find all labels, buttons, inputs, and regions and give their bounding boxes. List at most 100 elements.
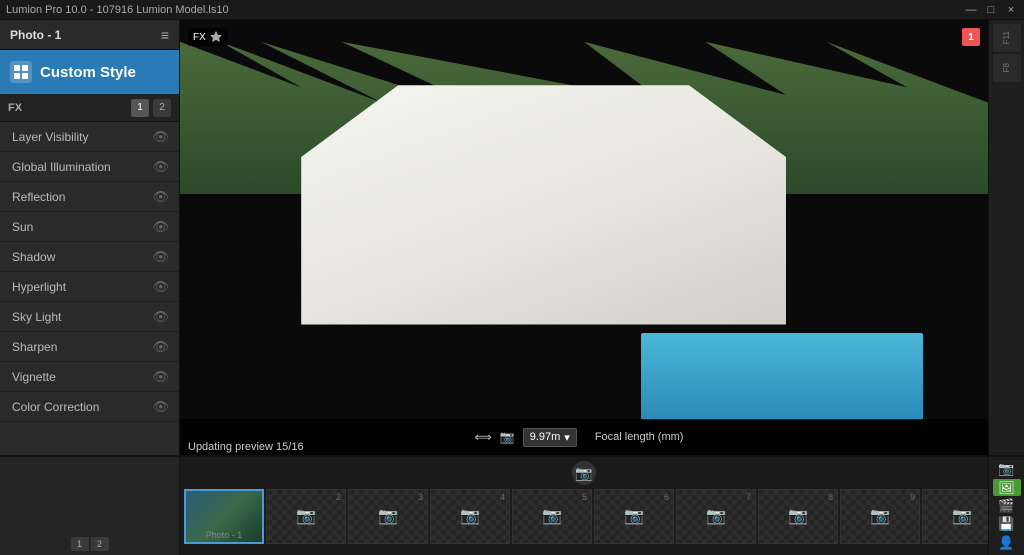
film-frame-9[interactable]: 📷9 <box>840 489 920 544</box>
film-cam-icon: 📷 <box>952 506 972 526</box>
fx-item-vignette[interactable]: Vignette 👁 <box>0 362 179 392</box>
film-frame-1[interactable]: Photo - 1 <box>184 489 264 544</box>
titlebar-controls[interactable]: — □ × <box>964 4 1018 16</box>
fx-item-reflection[interactable]: Reflection 👁 <box>0 182 179 212</box>
film-frame-7[interactable]: 📷7 <box>676 489 756 544</box>
minimize-button[interactable]: — <box>964 4 978 16</box>
film-frame-num: 10 <box>987 492 988 502</box>
film-frame-5[interactable]: 📷5 <box>512 489 592 544</box>
camera-add-btn: 📷 <box>572 461 596 485</box>
fx-item-sun[interactable]: Sun 👁 <box>0 212 179 242</box>
corner-num-badge: 1 <box>962 28 980 46</box>
fx-item-label: Reflection <box>12 190 65 204</box>
film-frame-8[interactable]: 📷8 <box>758 489 838 544</box>
eye-icon[interactable]: 👁 <box>152 249 169 265</box>
fx-badge-text: FX <box>193 32 206 43</box>
fx-tab-2[interactable]: 2 <box>153 99 171 117</box>
film-cam-icon: 📷 <box>624 506 644 526</box>
film-cam-icon: 📷 <box>542 506 562 526</box>
film-frame-10[interactable]: 📷 10 <box>922 489 988 544</box>
eye-icon[interactable]: 👁 <box>152 339 169 355</box>
save-button[interactable]: 💾 <box>993 516 1021 532</box>
eye-icon[interactable]: 👁 <box>152 369 169 385</box>
fx-label: FX <box>8 102 22 114</box>
film-frame-6[interactable]: 📷6 <box>594 489 674 544</box>
page-controls: 1 2 <box>71 537 109 551</box>
fx-item-sharpen[interactable]: Sharpen 👁 <box>0 332 179 362</box>
photo-mode-button[interactable]: 📷 <box>993 461 1021 477</box>
movie-mode-button[interactable]: 🎬 <box>993 498 1021 514</box>
titlebar-title: Lumion Pro 10.0 - 107916 Lumion Model.ls… <box>6 4 229 16</box>
distance-display[interactable]: 9.97m ▾ <box>523 428 577 447</box>
film-cam-icon: 📷 <box>378 506 398 526</box>
eye-icon[interactable]: 👁 <box>152 189 169 205</box>
custom-style-header[interactable]: Custom Style <box>0 50 179 94</box>
photo-header: Photo - 1 ≡ <box>0 20 179 50</box>
eye-icon[interactable]: 👁 <box>152 279 169 295</box>
menu-button[interactable]: ≡ <box>161 27 169 43</box>
close-button[interactable]: × <box>1004 4 1018 16</box>
fx-tabs: FX 1 2 <box>0 94 179 122</box>
add-camera-button[interactable]: 📷 <box>572 461 596 485</box>
eye-icon[interactable]: 👁 <box>152 309 169 325</box>
camera-icon: 📷 <box>500 430 515 444</box>
fx-item-label: Global Illumination <box>12 160 111 174</box>
viewport-container: FX 1 ⟺ 📷 9.97m ▾ <box>180 20 1024 455</box>
film-frame-num: 8 <box>828 492 833 502</box>
custom-style-icon <box>10 61 32 83</box>
fx-badge: FX <box>188 28 228 46</box>
film-frame-label: Photo - 1 <box>206 530 243 540</box>
fx-item-sky-light[interactable]: Sky Light 👁 <box>0 302 179 332</box>
eye-icon[interactable]: 👁 <box>152 219 169 235</box>
film-frame-num: 3 <box>418 492 423 502</box>
distance-value: 9.97m <box>530 431 561 443</box>
film-frame-num: 6 <box>664 492 669 502</box>
fx-item-global-illumination[interactable]: Global Illumination 👁 <box>0 152 179 182</box>
bottom-strip: 1 2 📷 Photo - 1📷2📷3📷4📷5📷6📷7📷8📷9📷10 📷🖼🎬💾👤 <box>0 455 1024 555</box>
fx-item-hyperlight[interactable]: Hyperlight 👁 <box>0 272 179 302</box>
bottom-right-panel: 📷 🖼 🎬 💾 👤 <box>988 457 1024 555</box>
page-2-button[interactable]: 2 <box>91 537 109 551</box>
f11-button[interactable]: F11 <box>993 24 1021 52</box>
measure-icon: ⟺ <box>475 430 492 444</box>
film-frame-num: 5 <box>582 492 587 502</box>
fx-item-label: Layer Visibility <box>12 130 88 144</box>
film-cam-icon: 📷 <box>460 506 480 526</box>
film-cam-icon: 📷 <box>296 506 316 526</box>
right-toolbar: F11 F8 <box>988 20 1024 455</box>
viewport-overlay-tl: FX <box>188 28 228 46</box>
focal-label: Focal length (mm) <box>595 431 684 443</box>
fx-item-layer-visibility[interactable]: Layer Visibility 👁 <box>0 122 179 152</box>
viewport-overlay-tr: 1 <box>962 28 980 46</box>
fx-item-shadow[interactable]: Shadow 👁 <box>0 242 179 272</box>
fx-tab-1[interactable]: 1 <box>131 99 149 117</box>
pool-element <box>641 333 924 420</box>
f8-button[interactable]: F8 <box>993 54 1021 82</box>
house-element <box>301 85 786 324</box>
film-cam-icon: 📷 <box>788 506 808 526</box>
maximize-button[interactable]: □ <box>984 4 998 16</box>
gallery-mode-button[interactable]: 🖼 <box>993 479 1021 495</box>
fx-item-color-correction[interactable]: Color Correction 👁 <box>0 392 179 422</box>
status-text: Updating preview 15/16 <box>188 441 304 453</box>
fx-item-label: Hyperlight <box>12 280 66 294</box>
fx-item-label: Color Correction <box>12 400 99 414</box>
left-panel: Photo - 1 ≡ Custom Style FX 1 2 Layer Vi… <box>0 20 180 455</box>
fx-item-label: Sharpen <box>12 340 57 354</box>
film-cam-icon: 📷 <box>870 506 890 526</box>
eye-icon[interactable]: 👁 <box>152 129 169 145</box>
film-frame-2[interactable]: 📷2 <box>266 489 346 544</box>
film-frame-3[interactable]: 📷3 <box>348 489 428 544</box>
film-frame-4[interactable]: 📷4 <box>430 489 510 544</box>
film-frame-num: 2 <box>336 492 341 502</box>
custom-style-label: Custom Style <box>40 64 136 81</box>
distance-dropdown[interactable]: ▾ <box>564 431 570 444</box>
user-button[interactable]: 👤 <box>993 535 1021 551</box>
film-cam-icon: 📷 <box>706 506 726 526</box>
page-1-button[interactable]: 1 <box>71 537 89 551</box>
eye-icon[interactable]: 👁 <box>152 399 169 415</box>
photo-header-title: Photo - 1 <box>10 28 61 42</box>
focal-display: Focal length (mm) <box>585 429 694 445</box>
eye-icon[interactable]: 👁 <box>152 159 169 175</box>
fx-item-label: Vignette <box>12 370 56 384</box>
